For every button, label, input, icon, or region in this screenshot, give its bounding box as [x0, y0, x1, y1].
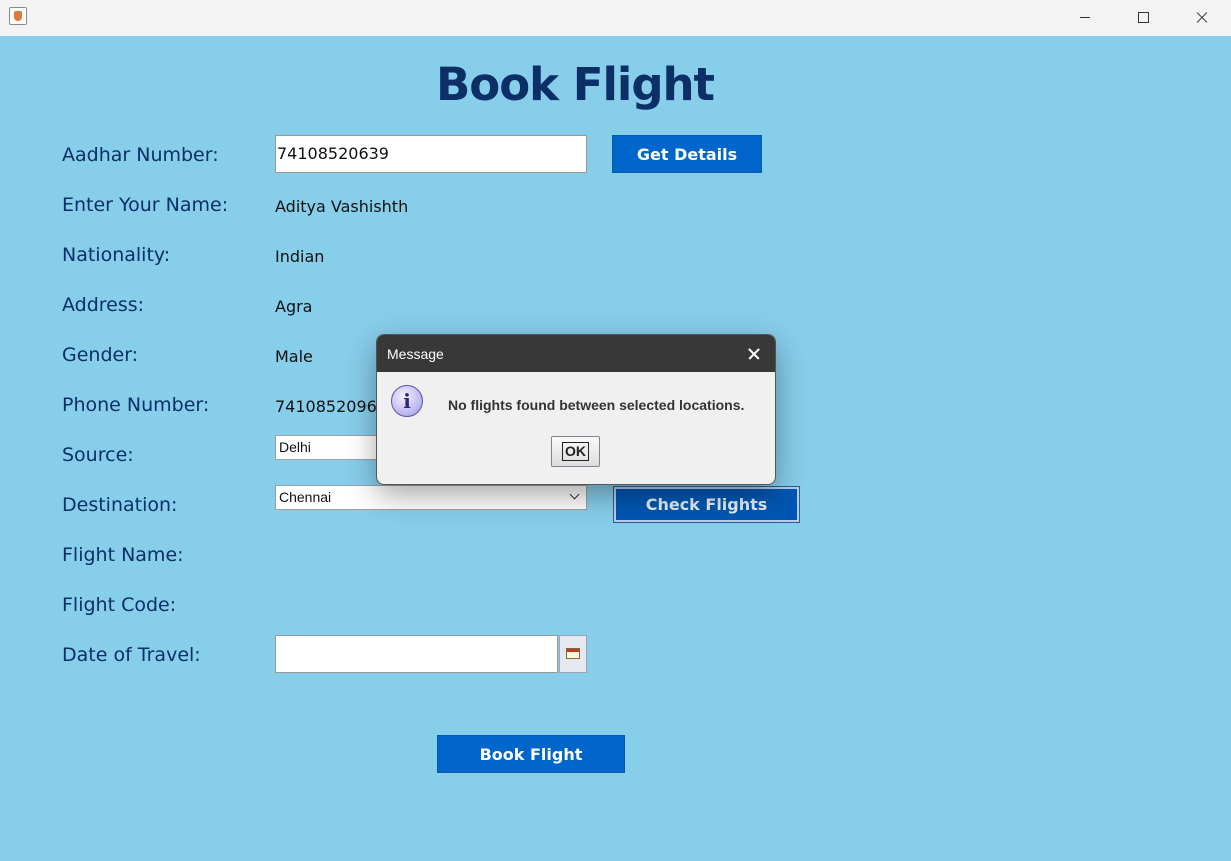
- nationality-value: Indian: [275, 247, 325, 266]
- nationality-label: Nationality:: [62, 244, 171, 266]
- close-icon[interactable]: [1173, 0, 1231, 36]
- page-title: Book Flight: [436, 58, 715, 111]
- chevron-down-icon[interactable]: [568, 490, 582, 504]
- ok-button-label: OK: [562, 442, 589, 461]
- date-input[interactable]: [275, 635, 558, 673]
- dialog-message: No flights found between selected locati…: [448, 397, 745, 413]
- information-icon: i: [391, 385, 423, 417]
- aadhar-label: Aadhar Number:: [62, 144, 219, 166]
- destination-select[interactable]: Chennai: [275, 485, 587, 510]
- address-value: Agra: [275, 297, 313, 316]
- message-dialog: Message i No flights found between selec…: [376, 334, 776, 485]
- calendar-icon: [566, 648, 580, 659]
- source-select-value: Delhi: [279, 439, 311, 455]
- maximize-icon[interactable]: [1114, 0, 1172, 36]
- java-cup-icon: [9, 7, 27, 25]
- date-label: Date of Travel:: [62, 644, 201, 666]
- phone-value: 7410852096: [275, 397, 377, 416]
- calendar-button[interactable]: [559, 635, 587, 673]
- check-flights-button[interactable]: Check Flights: [613, 486, 800, 523]
- address-label: Address:: [62, 294, 145, 316]
- aadhar-input[interactable]: 74108520639: [275, 135, 587, 173]
- flight-name-label: Flight Name:: [62, 544, 184, 566]
- dialog-title: Message: [387, 346, 444, 362]
- book-flight-button[interactable]: Book Flight: [437, 735, 625, 773]
- destination-select-value: Chennai: [279, 489, 332, 505]
- dialog-titlebar: Message: [377, 335, 775, 372]
- window-titlebar: [0, 0, 1231, 36]
- minimize-icon[interactable]: [1056, 0, 1114, 36]
- name-label: Enter Your Name:: [62, 194, 229, 216]
- source-label: Source:: [62, 444, 134, 466]
- destination-label: Destination:: [62, 494, 178, 516]
- phone-label: Phone Number:: [62, 394, 210, 416]
- get-details-button[interactable]: Get Details: [612, 135, 762, 173]
- gender-label: Gender:: [62, 344, 139, 366]
- flight-code-label: Flight Code:: [62, 594, 177, 616]
- ok-button[interactable]: OK: [551, 436, 600, 467]
- gender-value: Male: [275, 347, 313, 366]
- name-value: Aditya Vashishth: [275, 197, 409, 216]
- close-icon[interactable]: [731, 335, 775, 372]
